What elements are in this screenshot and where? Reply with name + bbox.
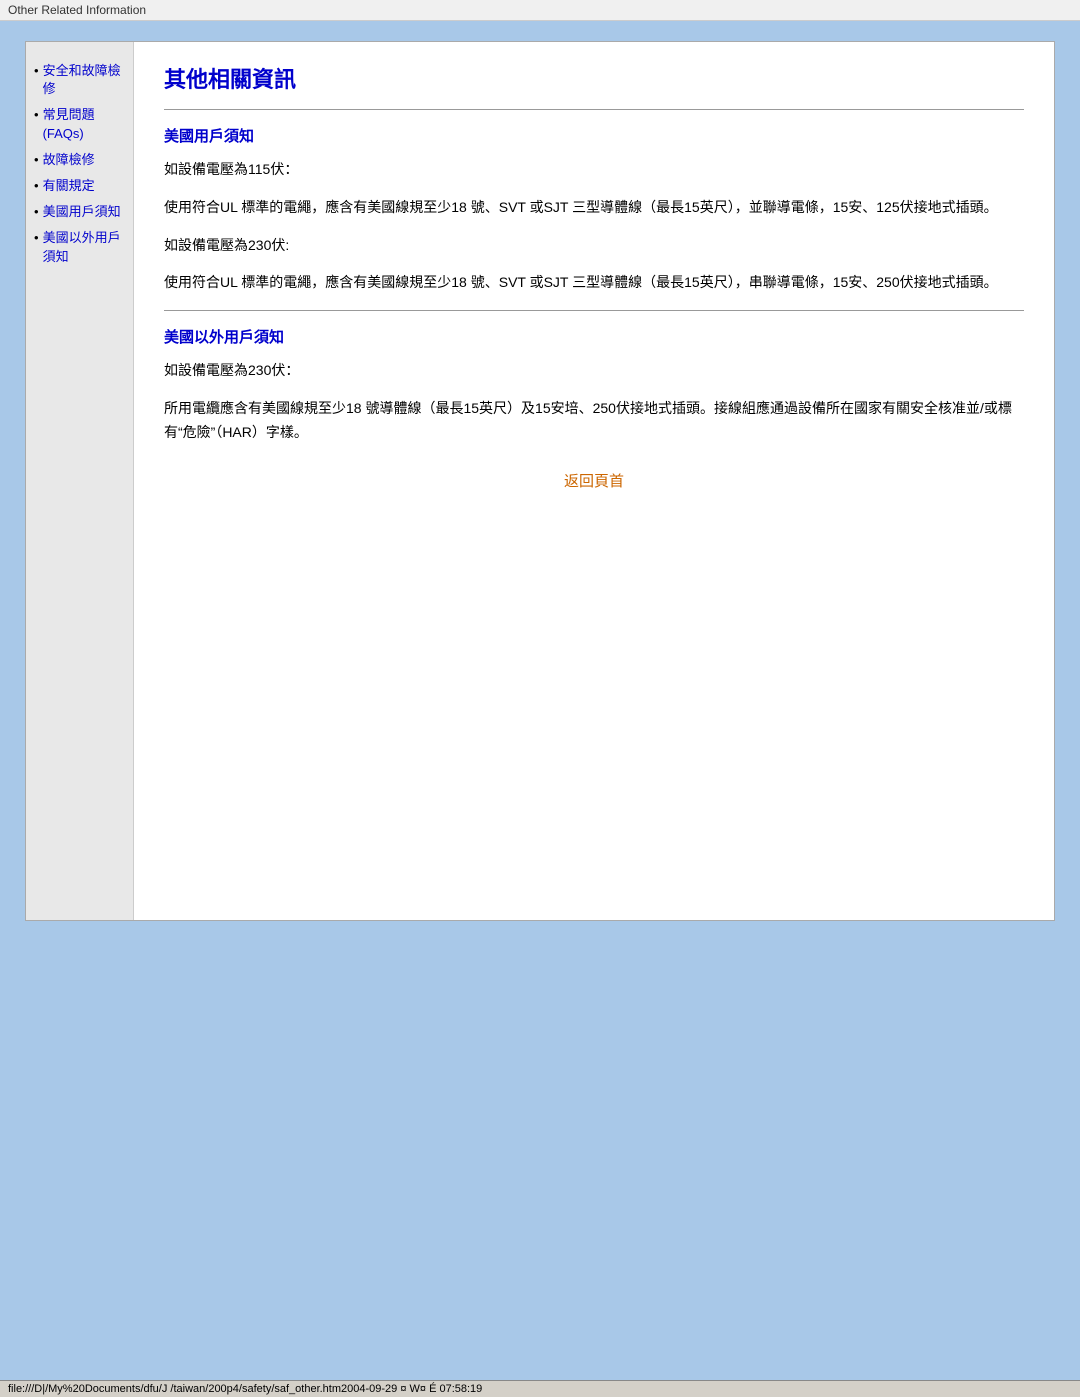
sidebar-link-regulations[interactable]: 有關規定 — [43, 177, 95, 195]
browser-content: • 安全和故障檢修 • 常見問題(FAQs) • 故障檢修 • 有關規定 • 美… — [25, 41, 1055, 921]
sidebar-item-4: • 有關規定 — [34, 177, 125, 195]
bullet-icon-2: • — [34, 107, 39, 122]
section2-para1: 如設備電壓為230伏： — [164, 359, 1024, 383]
sidebar-link-troubleshoot[interactable]: 故障檢修 — [43, 151, 95, 169]
section1-para1: 如設備電壓為115伏： — [164, 158, 1024, 182]
section1-para3: 如設備電壓為230伏: — [164, 234, 1024, 258]
back-to-top-link[interactable]: 返回頁首 — [564, 473, 624, 490]
section1-para2: 使用符合UL 標準的電繩，應含有美國線規至少18 號、SVT 或SJT 三型導體… — [164, 196, 1024, 220]
status-bar: file:///D|/My%20Documents/dfu/J /taiwan/… — [0, 1380, 1080, 1397]
sidebar-nav: • 安全和故障檢修 • 常見問題(FAQs) • 故障檢修 • 有關規定 • 美… — [34, 62, 125, 266]
sidebar: • 安全和故障檢修 • 常見問題(FAQs) • 故障檢修 • 有關規定 • 美… — [26, 42, 134, 920]
sidebar-item-3: • 故障檢修 — [34, 151, 125, 169]
section1-title[interactable]: 美國用戶須知 — [164, 125, 254, 146]
sidebar-link-non-us-users[interactable]: 美國以外用戶須知 — [43, 229, 125, 265]
sidebar-item-1: • 安全和故障檢修 — [34, 62, 125, 98]
sidebar-link-faqs[interactable]: 常見問題(FAQs) — [43, 106, 125, 142]
title-bar: Other Related Information — [0, 0, 1080, 21]
sidebar-link-safety[interactable]: 安全和故障檢修 — [43, 62, 125, 98]
title-bar-text: Other Related Information — [8, 3, 146, 17]
section2-para2: 所用電纜應含有美國線規至少18 號導體線（最長15英尺）及15安培、250伏接地… — [164, 397, 1024, 445]
bullet-icon-1: • — [34, 63, 39, 78]
status-bar-text: file:///D|/My%20Documents/dfu/J /taiwan/… — [8, 1383, 482, 1395]
sidebar-item-2: • 常見問題(FAQs) — [34, 106, 125, 142]
sidebar-link-us-users[interactable]: 美國用戶須知 — [43, 203, 121, 221]
bullet-icon-6: • — [34, 230, 39, 245]
bullet-icon-3: • — [34, 152, 39, 167]
page-title: 其他相關資訊 — [164, 62, 1024, 94]
section2-title[interactable]: 美國以外用戶須知 — [164, 326, 284, 347]
sidebar-item-6: • 美國以外用戶須知 — [34, 229, 125, 265]
bullet-icon-4: • — [34, 178, 39, 193]
back-to-top-container: 返回頁首 — [164, 470, 1024, 491]
divider-2 — [164, 310, 1024, 311]
main-content: 其他相關資訊 美國用戶須知 如設備電壓為115伏： 使用符合UL 標準的電繩，應… — [134, 42, 1054, 920]
divider-1 — [164, 109, 1024, 110]
bullet-icon-5: • — [34, 204, 39, 219]
sidebar-item-5: • 美國用戶須知 — [34, 203, 125, 221]
section1-para4: 使用符合UL 標準的電繩，應含有美國線規至少18 號、SVT 或SJT 三型導體… — [164, 271, 1024, 295]
